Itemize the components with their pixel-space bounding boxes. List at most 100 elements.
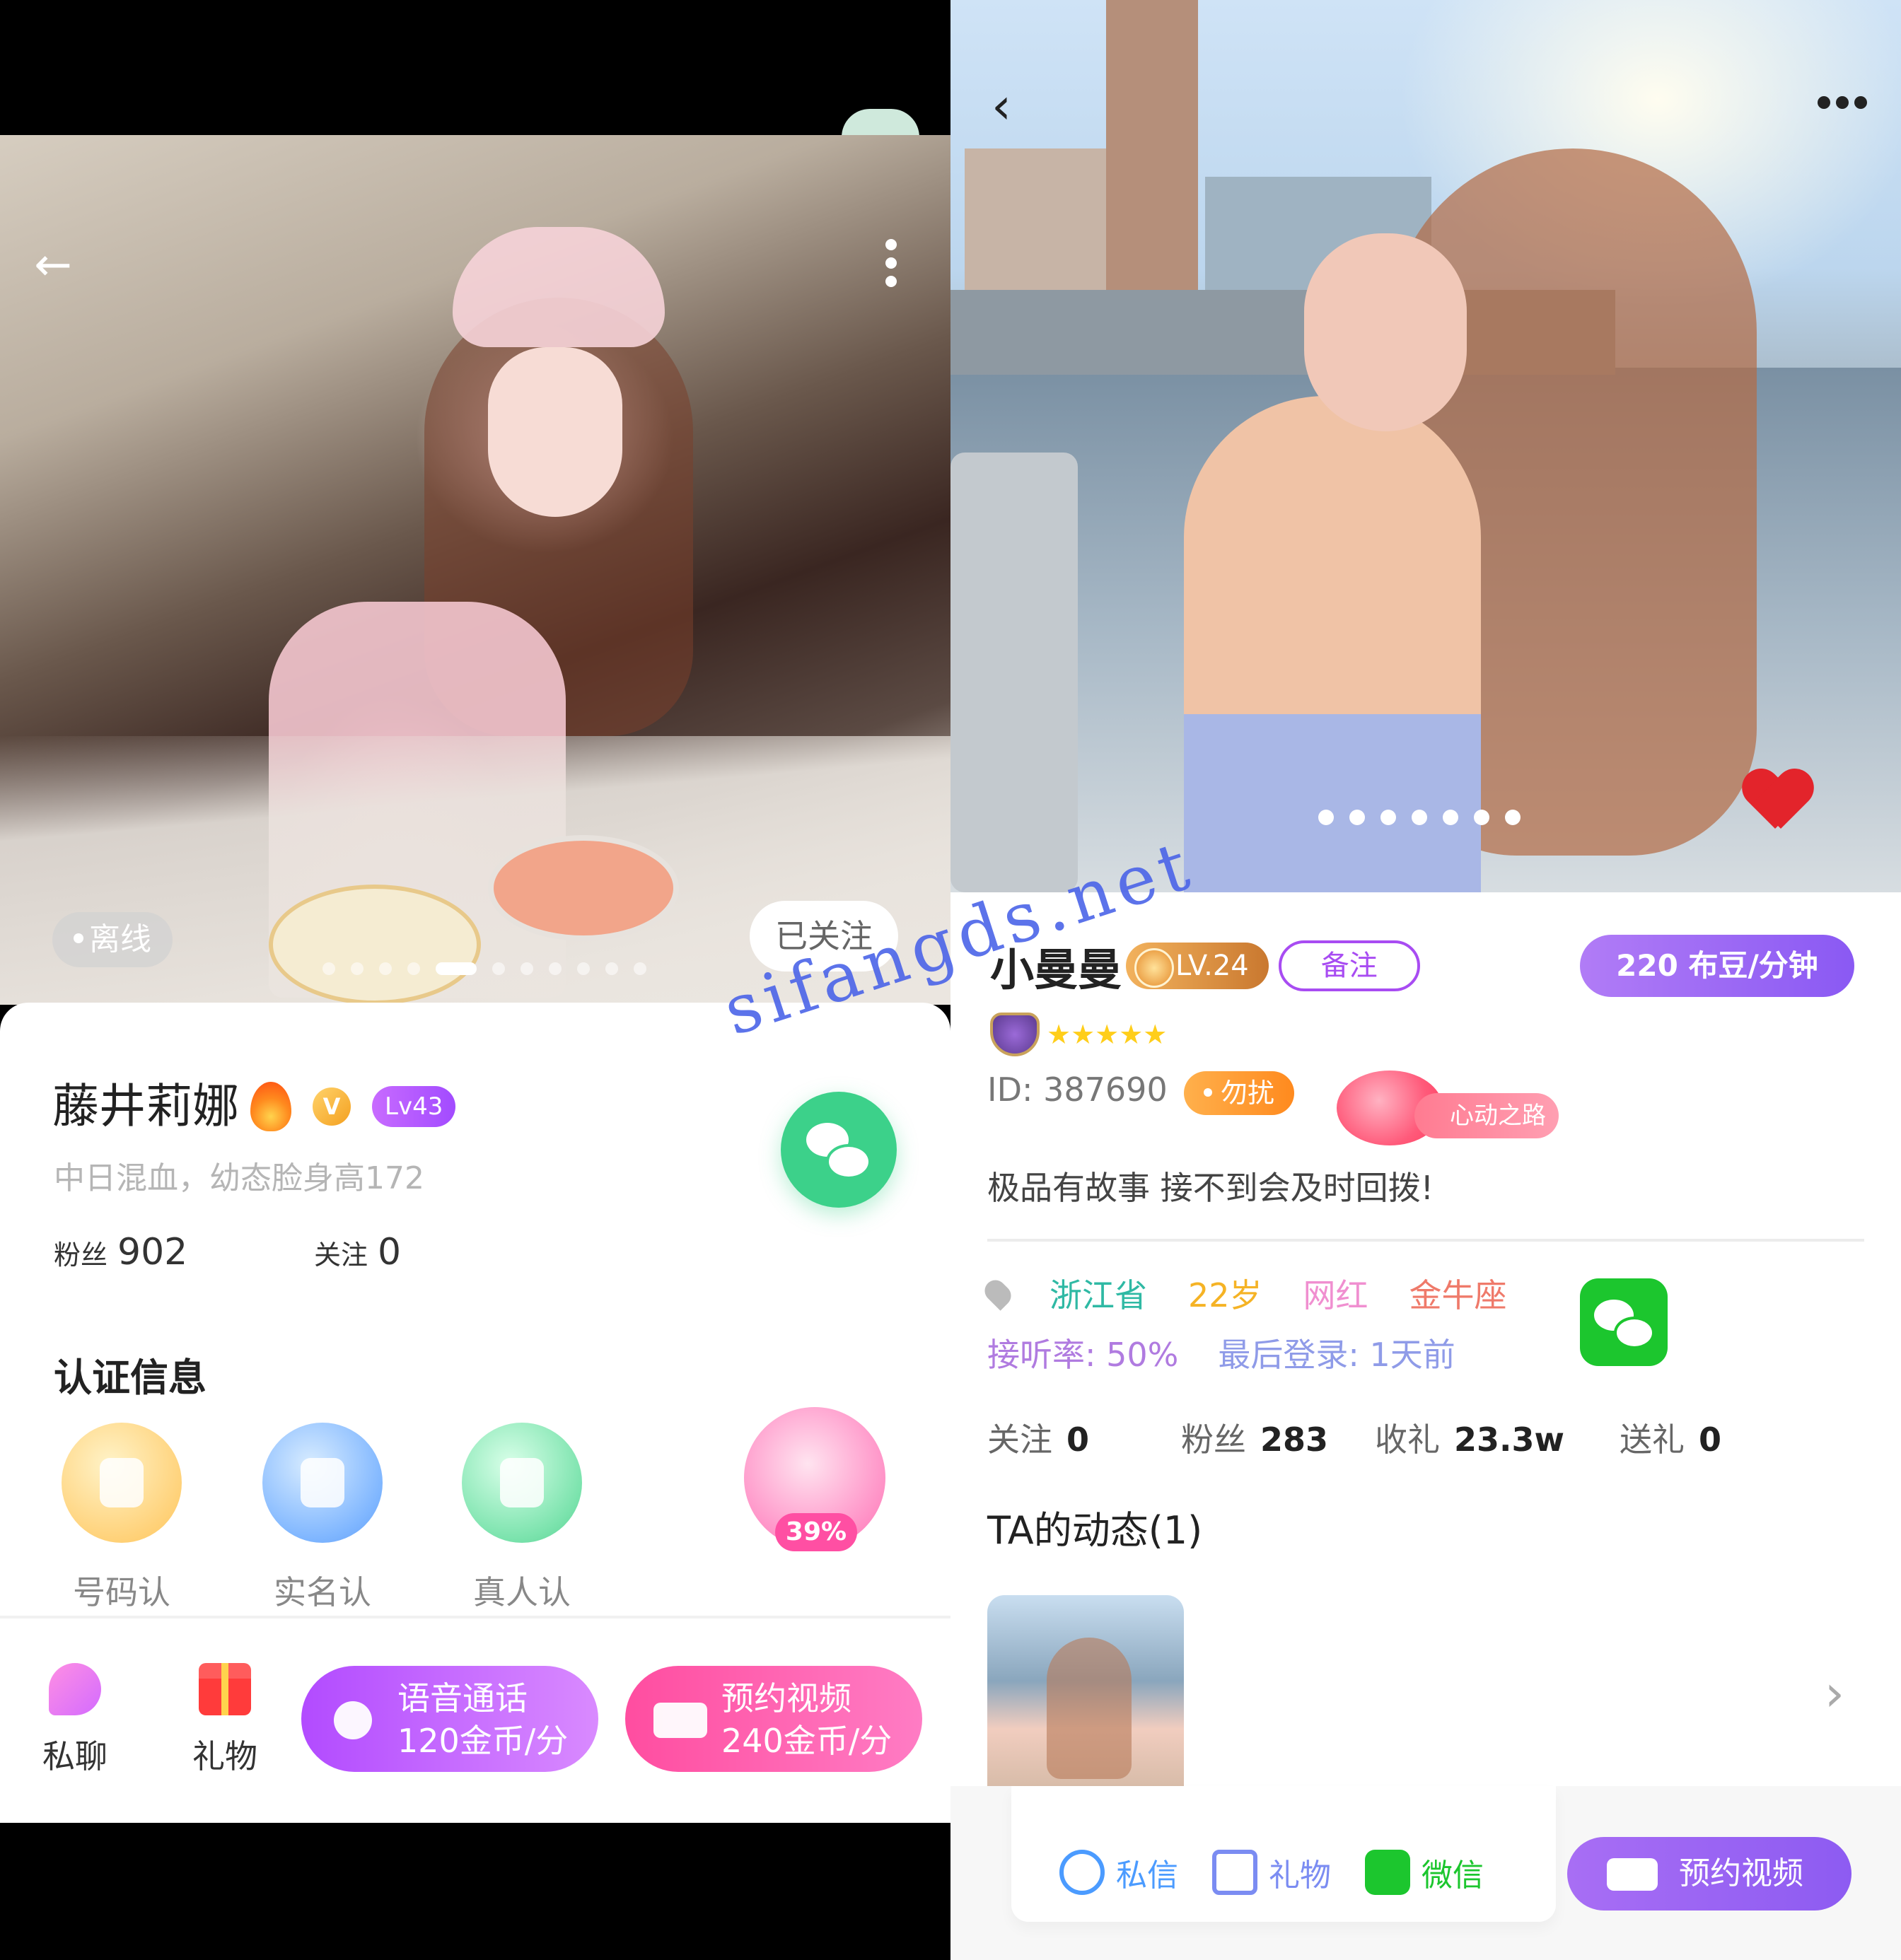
photo-bowl bbox=[488, 835, 679, 941]
gift-button[interactable]: 礼物 bbox=[182, 1663, 267, 1778]
carousel-dot[interactable] bbox=[1443, 810, 1458, 825]
reserve-video-button[interactable]: 预约视频 bbox=[1567, 1837, 1851, 1911]
wechat-bubble-icon bbox=[826, 1144, 871, 1179]
stat-following[interactable]: 关注 0 bbox=[987, 1411, 1089, 1468]
carousel-dot[interactable] bbox=[1474, 810, 1489, 825]
photo-hat bbox=[453, 227, 665, 347]
fans-label: 粉丝 bbox=[54, 1239, 108, 1271]
carousel-dot[interactable] bbox=[1412, 810, 1427, 825]
stat-gifts-sent[interactable]: 送礼 0 bbox=[1620, 1411, 1721, 1468]
wechat-button[interactable] bbox=[1580, 1278, 1668, 1366]
phone-icon bbox=[62, 1423, 182, 1543]
video-reserve-button[interactable]: 预约视频 240金币/分 bbox=[625, 1666, 922, 1772]
wechat-icon bbox=[1365, 1850, 1410, 1895]
photo-building bbox=[965, 148, 1106, 297]
carousel-dot[interactable] bbox=[521, 962, 533, 975]
age-tag: 22岁 bbox=[1188, 1276, 1262, 1314]
level-badge: LV.24 bbox=[1126, 943, 1269, 989]
answer-rate: 接听率: 50% bbox=[987, 1336, 1179, 1374]
right-profile-screen: ‹ 小曼曼 LV.24 备注 220 布豆/分钟 ★★★★★ ID: 38769… bbox=[950, 0, 1901, 1960]
gift-button[interactable]: 礼物 bbox=[1212, 1847, 1331, 1898]
level-badge: Lv43 bbox=[372, 1086, 456, 1127]
note-button[interactable]: 备注 bbox=[1278, 940, 1420, 991]
fans-value: 902 bbox=[117, 1231, 188, 1273]
profile-photo-carousel[interactable] bbox=[950, 0, 1901, 892]
photo-face bbox=[1304, 233, 1467, 431]
back-arrow-icon[interactable]: ← bbox=[28, 240, 78, 290]
video-call-price: 240金币/分 bbox=[721, 1722, 893, 1760]
like-heart-icon[interactable] bbox=[1743, 771, 1813, 834]
reserve-video-label: 预约视频 bbox=[1679, 1855, 1803, 1891]
profile-bio: 极品有故事 接不到会及时回拨! bbox=[987, 1169, 1434, 1207]
carousel-dot[interactable] bbox=[351, 962, 364, 975]
divider bbox=[0, 1616, 950, 1618]
microphone-icon bbox=[334, 1701, 372, 1739]
photo-face bbox=[488, 347, 622, 517]
private-chat-button[interactable]: 私聊 bbox=[33, 1663, 117, 1778]
vip-shield-icon bbox=[990, 1013, 1040, 1056]
carousel-dot[interactable] bbox=[492, 962, 505, 975]
carousel-dot[interactable] bbox=[605, 962, 618, 975]
carousel-dot[interactable] bbox=[577, 962, 590, 975]
carousel-dot[interactable] bbox=[379, 962, 392, 975]
carousel-dot[interactable] bbox=[634, 962, 646, 975]
video-call-title: 预约视频 bbox=[721, 1679, 851, 1717]
stat-value: 283 bbox=[1260, 1421, 1329, 1459]
profile-name: 藤井莉娜 bbox=[52, 1079, 239, 1133]
photo-railing bbox=[950, 453, 1078, 892]
more-options-icon[interactable] bbox=[877, 239, 905, 296]
last-login: 最后登录: 1天前 bbox=[1218, 1336, 1455, 1374]
profile-name-row: 藤井莉娜 V Lv43 bbox=[52, 1075, 456, 1138]
message-button[interactable]: 私信 bbox=[1059, 1847, 1178, 1898]
wechat-label: 微信 bbox=[1422, 1857, 1484, 1894]
more-options-icon[interactable] bbox=[1818, 96, 1867, 113]
profile-bio: 中日混血，幼态脸身高172 bbox=[54, 1160, 424, 1196]
gift-icon bbox=[199, 1663, 251, 1715]
moments-title: TA的动态(1) bbox=[987, 1508, 1203, 1553]
carousel-dot[interactable] bbox=[1349, 810, 1365, 825]
user-id: ID: 387690 bbox=[987, 1071, 1168, 1109]
fans-count[interactable]: 粉丝 902 bbox=[54, 1227, 187, 1280]
carousel-dot[interactable] bbox=[1505, 810, 1521, 825]
online-status-text: 离线 bbox=[89, 921, 151, 957]
stat-label: 关注 bbox=[987, 1421, 1052, 1459]
carousel-dot-active[interactable] bbox=[436, 962, 477, 975]
heart-road-badge[interactable]: 心动之路 bbox=[1337, 1071, 1577, 1145]
stat-value: 0 bbox=[1699, 1421, 1722, 1459]
carousel-dot[interactable] bbox=[322, 962, 335, 975]
id-card-icon bbox=[262, 1423, 383, 1543]
private-chat-label: 私聊 bbox=[42, 1737, 107, 1775]
chevron-right-icon[interactable]: › bbox=[1825, 1669, 1853, 1718]
voice-call-button[interactable]: 语音通话 120金币/分 bbox=[301, 1666, 598, 1772]
message-label: 私信 bbox=[1116, 1857, 1178, 1894]
zodiac-tag: 金牛座 bbox=[1409, 1276, 1507, 1314]
location-pin-icon bbox=[980, 1276, 1016, 1311]
wechat-bubble-icon bbox=[1614, 1317, 1655, 1349]
rank-row: ★★★★★ bbox=[990, 1013, 1167, 1056]
category-tag: 网红 bbox=[1303, 1276, 1368, 1314]
stat-gifts-received[interactable]: 收礼 23.3w bbox=[1375, 1411, 1564, 1468]
chat-bubble-icon bbox=[49, 1663, 101, 1715]
verified-icon: V bbox=[313, 1087, 351, 1126]
online-status-badge: 离线 bbox=[52, 912, 173, 967]
following-count[interactable]: 关注 0 bbox=[314, 1227, 401, 1280]
profile-tags: 浙江省 22岁 网红 金牛座 bbox=[980, 1270, 1507, 1317]
wechat-button[interactable] bbox=[781, 1092, 897, 1208]
photo-building bbox=[1106, 0, 1198, 297]
profile-photo-carousel[interactable] bbox=[0, 135, 950, 1005]
wechat-text-button[interactable]: 微信 bbox=[1365, 1847, 1484, 1898]
carousel-dots bbox=[322, 962, 646, 976]
status-bar-area bbox=[0, 0, 950, 135]
back-chevron-icon[interactable]: ‹ bbox=[973, 78, 1030, 134]
carousel-dot[interactable] bbox=[1318, 810, 1334, 825]
stat-label: 送礼 bbox=[1620, 1421, 1685, 1459]
gift-label: 礼物 bbox=[1269, 1857, 1331, 1894]
heart-score-icon[interactable]: 39% bbox=[744, 1407, 885, 1551]
moment-thumbnail[interactable] bbox=[987, 1595, 1184, 1786]
message-icon bbox=[1059, 1850, 1105, 1895]
carousel-dot[interactable] bbox=[1380, 810, 1396, 825]
stat-fans[interactable]: 粉丝 283 bbox=[1181, 1411, 1328, 1468]
carousel-dot[interactable] bbox=[407, 962, 420, 975]
following-value: 0 bbox=[378, 1231, 402, 1273]
carousel-dot[interactable] bbox=[549, 962, 562, 975]
